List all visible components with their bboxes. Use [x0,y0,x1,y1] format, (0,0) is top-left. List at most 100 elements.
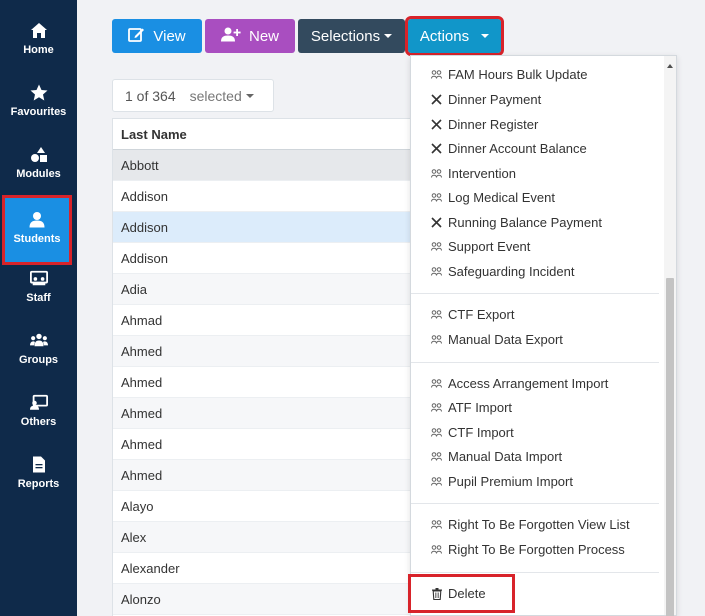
menu-item-access-arrangement-import[interactable]: Access Arrangement Import [431,376,608,391]
new-button-label: New [248,27,279,45]
menu-item-ctf-export[interactable]: CTF Export [431,307,514,322]
menu-item-label: Intervention [448,166,516,181]
menu-item-support-event[interactable]: Support Event [431,239,530,254]
table-row[interactable]: Abbott [113,150,411,181]
menu-item-pupil-premium-import[interactable]: Pupil Premium Import [431,474,573,489]
cell-last-name: Alexander [121,560,180,576]
table-row[interactable]: Alonzo [113,584,411,615]
students-table: Last Name Abbott Addison Addison Addison… [112,118,412,616]
dropdown-scrollbar-thumb[interactable] [666,278,674,616]
actions-button[interactable]: Actions [405,16,504,56]
trash-icon [431,587,442,600]
view-button[interactable]: View [112,19,202,53]
menu-item-label: Running Balance Payment [448,215,602,230]
nav-others-label: Others [20,416,57,428]
cell-last-name: Ahmed [121,436,163,452]
menu-item-safeguarding-incident[interactable]: Safeguarding Incident [431,264,574,279]
cell-last-name: Ahmed [121,467,163,483]
menu-item-dinner-payment[interactable]: Dinner Payment [431,92,541,107]
table-row[interactable]: Ahmed [113,336,411,367]
table-row[interactable]: Ahmed [113,460,411,491]
cutlery-icon [431,217,442,228]
table-row[interactable]: Addison [113,212,411,243]
table-row[interactable]: Ahmed [113,367,411,398]
users-icon [431,309,442,320]
menu-item-label: ATF Import [448,400,513,415]
table-row[interactable]: Alex [113,522,411,553]
cell-last-name: Abbott [121,157,159,173]
nav-staff-label: Staff [26,292,51,304]
new-button[interactable]: New [205,19,295,53]
monitor-user-icon [29,393,48,411]
cutlery-icon [431,143,442,154]
menu-item-delete-label: Delete [448,586,486,601]
users-icon [431,519,442,530]
menu-divider [411,362,659,363]
menu-item-rtbf-view-list[interactable]: Right To Be Forgotten View List [431,517,630,532]
menu-item-fam-hours-bulk-update[interactable]: FAM Hours Bulk Update [431,67,587,82]
menu-item-label: Right To Be Forgotten Process [448,542,625,557]
users-icon [431,266,442,277]
table-row[interactable]: Adia [113,274,411,305]
scroll-up-arrow-icon[interactable] [667,64,673,68]
nav-home[interactable]: Home [0,0,77,62]
nav-students-label: Students [13,233,61,245]
menu-item-label: CTF Export [448,307,515,322]
table-row[interactable]: Addison [113,243,411,274]
menu-item-rtbf-process[interactable]: Right To Be Forgotten Process [431,542,625,557]
menu-item-label: Access Arrangement Import [448,376,609,391]
menu-divider [411,293,659,294]
column-header-last-name[interactable]: Last Name [113,119,411,150]
menu-item-manual-data-import[interactable]: Manual Data Import [431,449,562,464]
menu-item-label: Support Event [448,239,531,254]
menu-item-atf-import[interactable]: ATF Import [431,400,512,415]
cell-last-name: Ahmed [121,405,163,421]
menu-item-dinner-account-balance[interactable]: Dinner Account Balance [431,141,587,156]
nav-favourites[interactable]: Favourites [0,62,77,124]
menu-item-log-medical-event[interactable]: Log Medical Event [431,190,555,205]
users-icon [431,378,442,389]
menu-item-running-balance-payment[interactable]: Running Balance Payment [431,215,602,230]
users-icon [431,168,442,179]
menu-item-manual-data-export[interactable]: Manual Data Export [431,332,563,347]
users-icon [431,451,442,462]
nav-modules[interactable]: Modules [0,124,77,186]
cell-last-name: Alayo [121,498,154,514]
cutlery-icon [431,94,442,105]
table-row[interactable]: Alexander [113,553,411,584]
cell-last-name: Addison [121,219,168,235]
selection-count-value: 1 of 364 [125,87,176,104]
nav-groups[interactable]: Groups [0,310,77,372]
menu-item-delete[interactable]: Delete [408,574,515,613]
table-row[interactable]: Ahmad [113,305,411,336]
menu-item-label: Dinner Account Balance [448,141,587,156]
edit-icon [128,27,145,46]
nav-others[interactable]: Others [0,372,77,434]
cell-last-name: Alex [121,529,147,545]
table-row[interactable]: Addison [113,181,411,212]
menu-item-intervention[interactable]: Intervention [431,166,516,181]
table-row[interactable]: Alayo [113,491,411,522]
menu-item-label: CTF Import [448,425,514,440]
table-row[interactable]: Ahmed [113,398,411,429]
caret-down-icon [245,93,254,98]
nav-reports[interactable]: Reports [0,434,77,496]
nav-staff[interactable]: Staff [0,248,77,310]
cell-last-name: Ahmed [121,343,163,359]
selections-button-label: Selections [310,27,381,45]
view-button-label: View [153,27,186,45]
menu-item-label: Dinner Register [448,117,539,132]
cutlery-icon [431,119,442,130]
users-icon [431,192,442,203]
selections-button[interactable]: Selections [298,19,405,53]
menu-item-ctf-import[interactable]: CTF Import [431,425,514,440]
menu-item-label: Manual Data Export [448,332,563,347]
table-row[interactable]: Ahmed [113,429,411,460]
menu-item-label: Manual Data Import [448,449,563,464]
selection-count[interactable]: 1 of 364 selected [112,79,274,112]
dropdown-scrollbar[interactable] [664,56,676,616]
menu-item-dinner-register[interactable]: Dinner Register [431,117,538,132]
staff-board-icon [29,269,48,287]
shapes-icon [30,145,48,163]
nav-favourites-label: Favourites [10,106,67,118]
